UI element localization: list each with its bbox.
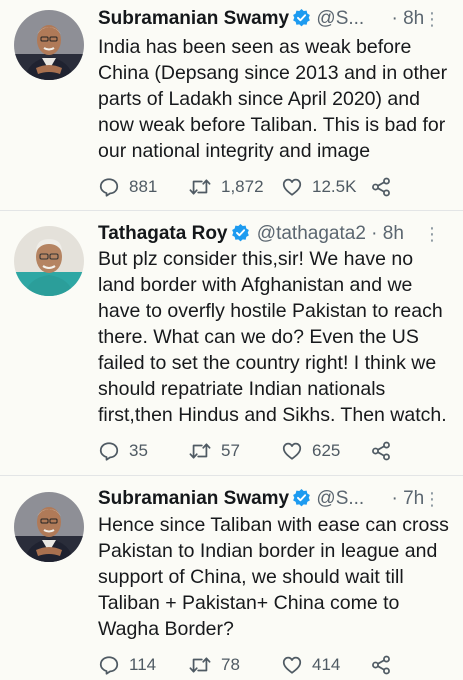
retweet-button[interactable]: 1,872: [188, 173, 264, 199]
tweet-divider: [0, 475, 463, 476]
timestamp[interactable]: · 8h: [391, 8, 424, 29]
share-icon: [372, 177, 390, 196]
share-button[interactable]: [370, 173, 392, 199]
reply-bubble-icon: [99, 441, 119, 461]
tweet-line: now weak before Taliban. This is bad for: [98, 114, 446, 136]
tweet-line: India has been seen as weak before: [98, 36, 412, 58]
like-button[interactable]: 625: [281, 437, 340, 463]
verified-badge-icon: [292, 8, 311, 27]
user-handle[interactable]: @tathagata2: [257, 223, 366, 244]
display-name[interactable]: Tathagata Roy: [98, 223, 228, 244]
heart-icon: [282, 442, 302, 460]
tweet-line: Wagha Border?: [98, 618, 234, 640]
share-button[interactable]: [370, 651, 392, 677]
retweet-count: 78: [221, 654, 240, 674]
tweet-line: there. What can we do? Even the US: [98, 326, 419, 348]
reply-bubble-icon: [99, 177, 119, 197]
share-icon: [372, 441, 390, 460]
tweet-line: But plz consider this,sir! We have no: [98, 248, 414, 270]
verified-badge-icon: [231, 223, 250, 242]
like-count: 12.5K: [312, 176, 357, 196]
verified-badge-icon: [292, 488, 311, 507]
display-name[interactable]: Subramanian Swamy: [98, 8, 289, 29]
retweet-arrows-icon: [189, 178, 211, 195]
tweet-header: Tathagata Roy @tathagata2 · 8h ⋮: [98, 221, 453, 247]
tweet-actions: 35 57 625: [98, 437, 453, 463]
reply-button[interactable]: 881: [98, 173, 157, 199]
timestamp[interactable]: · 8h: [371, 223, 404, 244]
tweet-line: Hence since Taliban with ease can cross: [98, 514, 449, 536]
like-count: 625: [312, 440, 341, 460]
retweet-count: 1,872: [221, 176, 264, 196]
tweet-divider: [0, 210, 463, 211]
tweet-line: first,then Hindus and Sikhs. Then watch.: [98, 404, 447, 426]
tweet-line: parts of Ladakh since April 2020) and: [98, 88, 420, 110]
reply-bubble-icon: [99, 655, 119, 675]
reply-count: 114: [129, 654, 157, 674]
heart-icon: [282, 178, 302, 196]
avatar[interactable]: [14, 492, 84, 562]
tweet-line: support of China, we should wait till: [98, 566, 404, 588]
tweet-line: Taliban + Pakistan+ China come to: [98, 592, 400, 614]
tweet-line: China (Depsang since 2013 and in other: [98, 62, 448, 84]
tweet-text: India has been seen as weak before China…: [98, 34, 458, 164]
like-button[interactable]: 12.5K: [281, 173, 356, 199]
avatar[interactable]: [14, 226, 84, 296]
tweet-text: But plz consider this,sir! We have no la…: [98, 246, 458, 428]
more-options-icon[interactable]: ⋮: [423, 221, 441, 247]
reply-count: 35: [129, 440, 148, 460]
tweet-line: should repatriate Indian nationals: [98, 378, 386, 400]
tweet-actions: 114 78 414: [98, 651, 453, 677]
retweet-button[interactable]: 78: [188, 651, 240, 677]
user-handle[interactable]: @S...: [316, 8, 364, 29]
retweet-arrows-icon: [189, 442, 211, 459]
share-button[interactable]: [370, 437, 392, 463]
tweet-text: Hence since Taliban with ease can cross …: [98, 512, 458, 642]
tweet-header: Subramanian Swamy @S... · 8h ⋮: [98, 6, 453, 32]
timestamp[interactable]: · 7h: [391, 488, 424, 509]
like-button[interactable]: 414: [281, 651, 340, 677]
like-count: 414: [312, 654, 341, 674]
retweet-button[interactable]: 57: [188, 437, 240, 463]
heart-icon: [282, 656, 302, 674]
reply-button[interactable]: 35: [98, 437, 148, 463]
share-icon: [372, 655, 390, 674]
tweet-header: Subramanian Swamy @S... · 7h ⋮: [98, 486, 453, 512]
tweet-line: our national integrity and image: [98, 140, 371, 162]
more-options-icon[interactable]: ⋮: [423, 486, 441, 512]
retweet-count: 57: [221, 440, 240, 460]
reply-button[interactable]: 114: [98, 651, 156, 677]
user-handle[interactable]: @S...: [316, 488, 364, 509]
more-options-icon[interactable]: ⋮: [423, 6, 441, 32]
avatar[interactable]: [14, 10, 84, 80]
reply-count: 881: [129, 176, 158, 196]
retweet-arrows-icon: [189, 656, 211, 673]
tweet-line: land border with Afghanistan and we: [98, 274, 413, 296]
display-name[interactable]: Subramanian Swamy: [98, 488, 289, 509]
tweet-line: failed to set the country right! I think…: [98, 352, 437, 374]
tweet-actions: 881 1,872 12.5K: [98, 173, 453, 199]
tweet-line: have to overfly hostile Pakistan to reac…: [98, 300, 443, 322]
tweet-line: Pakistan to Indian border in league and: [98, 540, 438, 562]
